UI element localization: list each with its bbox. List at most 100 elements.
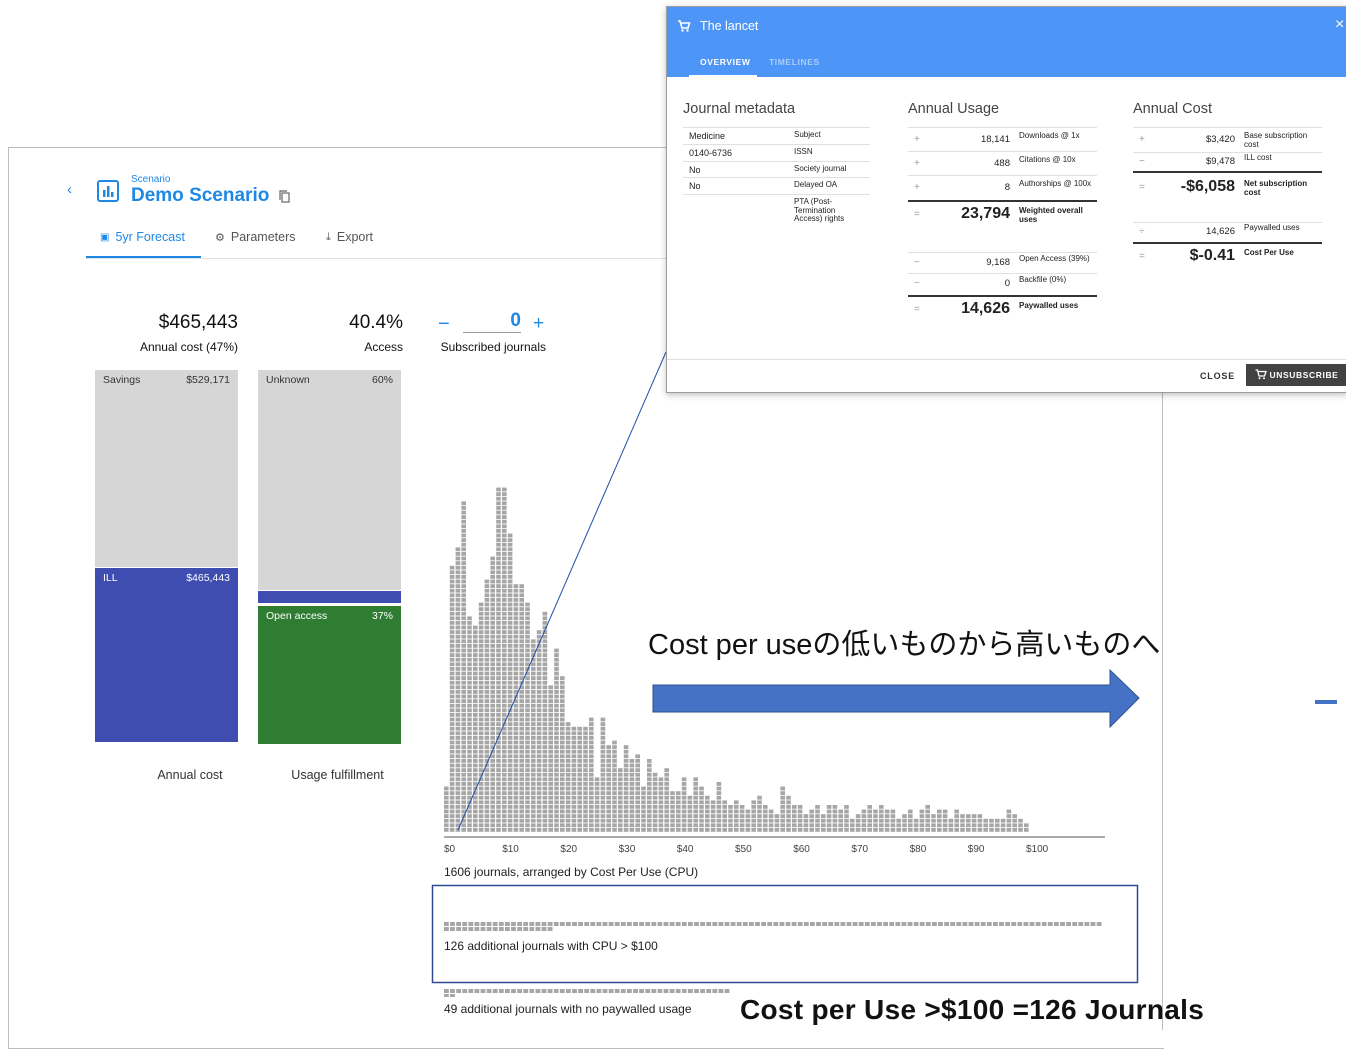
- journal-square: [594, 782, 600, 786]
- increment-button[interactable]: +: [533, 313, 544, 335]
- journal-square: [718, 989, 724, 993]
- journal-square: [739, 809, 745, 814]
- journal-square: [449, 662, 455, 667]
- copy-icon[interactable]: [279, 190, 290, 208]
- journal-square: [519, 717, 524, 722]
- line-item-value: 23,794: [961, 205, 1010, 222]
- annual-cost-caption: Annual cost: [157, 768, 223, 782]
- journal-square: [502, 667, 507, 671]
- journal-square: [663, 922, 669, 926]
- journal-square: [560, 749, 565, 754]
- journal-square: [658, 795, 664, 800]
- journal-square: [687, 814, 693, 818]
- cpu-histogram[interactable]: [440, 360, 1110, 842]
- journal-square: [473, 731, 478, 736]
- journal-square: [867, 814, 872, 818]
- cpu-column: [507, 533, 513, 832]
- journal-square: [618, 805, 623, 809]
- subscribed-count-input[interactable]: 0: [463, 310, 521, 333]
- back-chevron-icon[interactable]: ‹: [67, 181, 72, 198]
- journal-square: [519, 653, 524, 657]
- tab-5yr-forecast[interactable]: ▣ 5yr Forecast: [100, 230, 185, 244]
- journal-square: [623, 823, 629, 828]
- journal-square: [461, 699, 466, 703]
- tab-parameters[interactable]: ⚙ Parameters: [215, 230, 295, 244]
- decrement-button[interactable]: −: [438, 313, 450, 336]
- journal-square: [502, 561, 507, 565]
- journal-square: [693, 777, 698, 782]
- journal-square: [647, 777, 652, 782]
- no-usage-journals-strip[interactable]: [444, 989, 744, 997]
- journal-square: [1035, 922, 1041, 926]
- journal-square: [531, 828, 536, 832]
- journal-square: [763, 828, 768, 832]
- journal-square: [919, 828, 925, 832]
- journal-square: [502, 754, 507, 759]
- operator-sign: ÷: [1139, 226, 1145, 237]
- journal-square: [594, 814, 600, 818]
- cpu-column: [548, 685, 553, 832]
- journal-square: [734, 814, 739, 818]
- journal-square: [560, 690, 565, 694]
- journal-square: [496, 759, 501, 763]
- journal-square: [722, 800, 727, 805]
- unsubscribe-button[interactable]: UNSUBSCRIBE: [1246, 364, 1346, 386]
- journal-square: [710, 823, 716, 828]
- journal-square: [531, 754, 536, 759]
- journal-square: [455, 644, 461, 648]
- journal-square: [461, 519, 466, 524]
- journal-square: [554, 736, 559, 740]
- journal-square: [513, 625, 519, 630]
- tab-timelines[interactable]: TIMELINES: [769, 57, 820, 67]
- journal-square: [554, 703, 559, 708]
- journal-square: [467, 786, 472, 791]
- journal-square: [722, 818, 727, 823]
- total-row: = 14,626 Paywalled uses: [908, 295, 1097, 323]
- journal-square: [954, 828, 959, 832]
- journal-square: [484, 602, 490, 607]
- tab-overview[interactable]: OVERVIEW: [700, 57, 750, 67]
- journal-square: [855, 828, 861, 832]
- over-100-journals-strip[interactable]: [444, 922, 1114, 934]
- journal-square: [913, 922, 919, 926]
- journal-square: [931, 823, 936, 828]
- journal-square: [513, 828, 519, 832]
- journal-square: [658, 786, 664, 791]
- close-icon[interactable]: ×: [1335, 16, 1344, 34]
- total-row: = $-0.41 Cost Per Use: [1133, 242, 1322, 270]
- journal-square: [455, 547, 461, 552]
- journal-square: [658, 782, 664, 786]
- journal-square: [542, 736, 548, 740]
- tab-export[interactable]: ⤓ Export: [326, 230, 373, 244]
- journal-square: [1078, 922, 1084, 926]
- journal-square: [560, 777, 565, 782]
- journal-square: [623, 814, 629, 818]
- journal-square: [560, 772, 565, 777]
- journal-square: [554, 805, 559, 809]
- x-tick-label: $90: [967, 844, 985, 855]
- journal-square: [484, 791, 490, 795]
- journal-square: [525, 786, 530, 791]
- journal-square: [478, 657, 484, 662]
- journal-square: [490, 565, 495, 570]
- journal-square: [461, 768, 466, 772]
- cpu-column: [449, 565, 455, 832]
- journal-square: [502, 602, 507, 607]
- journal-square: [797, 805, 803, 809]
- journal-square: [902, 828, 907, 832]
- journal-square: [757, 823, 762, 828]
- journal-square: [496, 625, 501, 630]
- cpu-column: [664, 768, 669, 832]
- journal-square: [467, 685, 472, 690]
- journal-square: [484, 814, 490, 818]
- journal-square: [577, 754, 582, 759]
- journal-square: [542, 772, 548, 777]
- journal-square: [473, 625, 478, 630]
- journal-square: [478, 662, 484, 667]
- journal-square: [519, 754, 524, 759]
- journal-square: [548, 768, 553, 772]
- journal-square: [490, 814, 495, 818]
- journal-square: [751, 823, 756, 828]
- journal-square: [513, 795, 519, 800]
- close-button[interactable]: CLOSE: [1200, 371, 1235, 381]
